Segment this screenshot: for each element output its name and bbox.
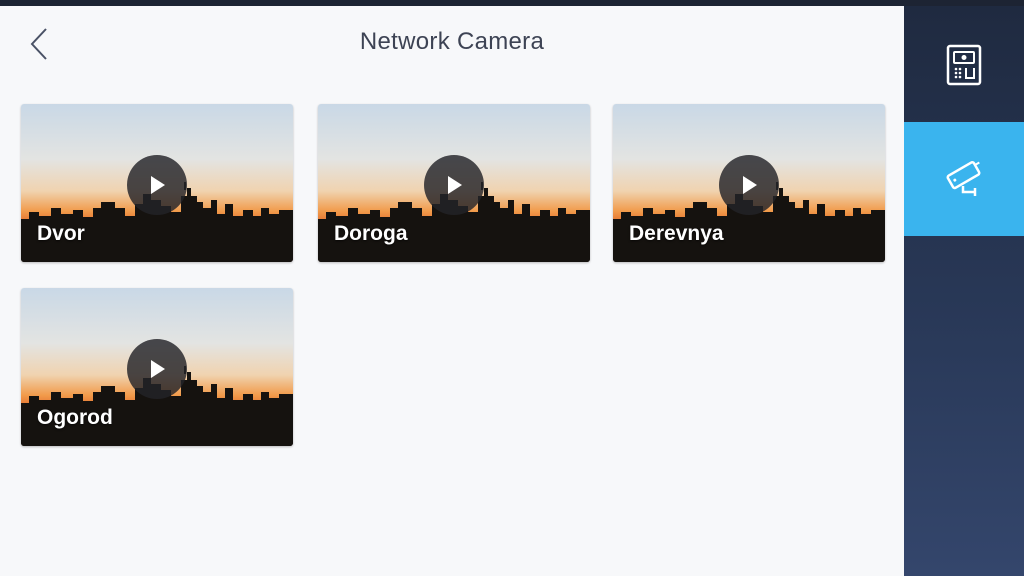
play-icon — [743, 176, 757, 194]
play-button[interactable] — [127, 155, 187, 215]
play-icon — [448, 176, 462, 194]
play-button[interactable] — [719, 155, 779, 215]
camera-tile-derevnya[interactable]: Derevnya — [613, 104, 885, 262]
play-button[interactable] — [127, 339, 187, 399]
play-button[interactable] — [424, 155, 484, 215]
sidebar-item-camera[interactable] — [904, 122, 1024, 236]
sidebar — [904, 6, 1024, 576]
play-icon — [151, 360, 165, 378]
camera-name: Derevnya — [629, 222, 724, 245]
play-icon — [151, 176, 165, 194]
sidebar-item-intercom[interactable] — [904, 8, 1024, 122]
camera-name: Dvor — [37, 222, 85, 245]
main-screen: Network Camera Dvor Doroga Derevnya Ogor… — [0, 6, 904, 576]
camera-name: Doroga — [334, 222, 408, 245]
camera-tile-doroga[interactable]: Doroga — [318, 104, 590, 262]
camera-name: Ogorod — [37, 406, 113, 429]
camera-tile-ogorod[interactable]: Ogorod — [21, 288, 293, 446]
security-camera-icon — [946, 161, 981, 196]
intercom-panel-icon — [946, 44, 982, 86]
page-title: Network Camera — [359, 28, 545, 55]
camera-tile-dvor[interactable]: Dvor — [21, 104, 293, 262]
